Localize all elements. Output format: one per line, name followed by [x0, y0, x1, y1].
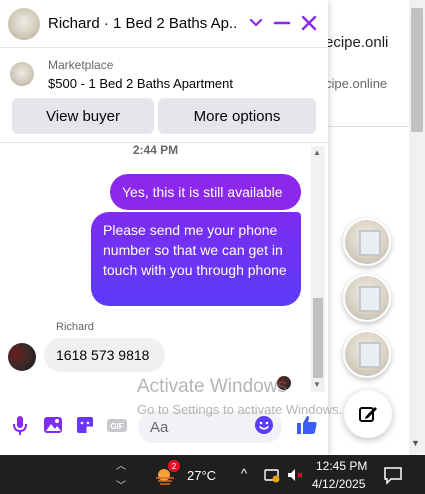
new-message-button[interactable] [344, 390, 392, 438]
emoji-icon[interactable] [254, 415, 274, 435]
compose-icon [359, 407, 377, 422]
chat-head-avatar[interactable] [343, 218, 391, 266]
svg-text:GIF: GIF [110, 422, 123, 431]
listing-thumbnail[interactable] [10, 62, 34, 86]
background-divider [325, 126, 409, 127]
outgoing-message[interactable]: Yes, this it is still available [110, 174, 301, 210]
outgoing-message[interactable]: Please send me your phone number so that… [91, 212, 301, 306]
background-url-text: cipe.online [325, 76, 388, 91]
page-scrollbar-thumb[interactable] [411, 8, 423, 132]
view-buyer-button[interactable]: View buyer [12, 98, 154, 134]
contact-avatar[interactable] [8, 8, 40, 40]
temperature-text[interactable]: 27°C [187, 468, 216, 483]
volume-muted-icon[interactable] [286, 466, 304, 484]
clock-date[interactable]: 4/12/2025 [312, 477, 365, 491]
microphone-icon[interactable] [9, 414, 31, 436]
marketplace-label: Marketplace [48, 58, 114, 72]
chat-scroll-down-icon[interactable]: ▼ [313, 380, 321, 389]
message-timestamp: 2:44 PM [132, 143, 179, 157]
chat-scroll-up-icon[interactable]: ▲ [313, 148, 321, 157]
photo-icon[interactable] [42, 414, 64, 436]
chat-head-avatar[interactable] [343, 274, 391, 322]
show-hidden-icons-icon[interactable]: ^ [241, 466, 247, 481]
listing-title[interactable]: $500 - 1 Bed 2 Baths Apartment [48, 76, 233, 91]
gif-icon[interactable]: GIF [106, 414, 128, 436]
chat-head-avatar[interactable] [343, 330, 391, 378]
sender-name: Richard [56, 321, 94, 333]
chat-scrollbar-thumb[interactable] [313, 298, 323, 378]
sender-avatar[interactable] [8, 343, 36, 371]
chevron-up-icon[interactable]: ︿ [116, 457, 126, 472]
chevron-down-icon[interactable] [247, 12, 265, 34]
activation-watermark-subtitle: Go to Settings to activate Windows. [137, 402, 343, 417]
minimize-icon[interactable] [272, 12, 292, 34]
incoming-message[interactable]: 1618 573 9818 [44, 338, 165, 372]
weather-badge: 2 [168, 460, 180, 472]
chevron-down-icon[interactable]: ﹀ [116, 477, 126, 492]
page-scroll-down-icon[interactable]: ▼ [411, 438, 420, 448]
background-link-text: ecipe.onli [325, 34, 389, 51]
more-options-button[interactable]: More options [158, 98, 316, 134]
chat-title[interactable]: Richard · 1 Bed 2 Baths Ap... [48, 15, 238, 32]
security-icon[interactable] [263, 466, 281, 484]
activation-watermark-title: Activate Windows [137, 376, 287, 397]
notification-icon[interactable] [383, 465, 403, 485]
close-icon[interactable] [299, 12, 319, 34]
clock-time[interactable]: 12:45 PM [316, 459, 367, 473]
sticker-icon[interactable] [74, 414, 96, 436]
